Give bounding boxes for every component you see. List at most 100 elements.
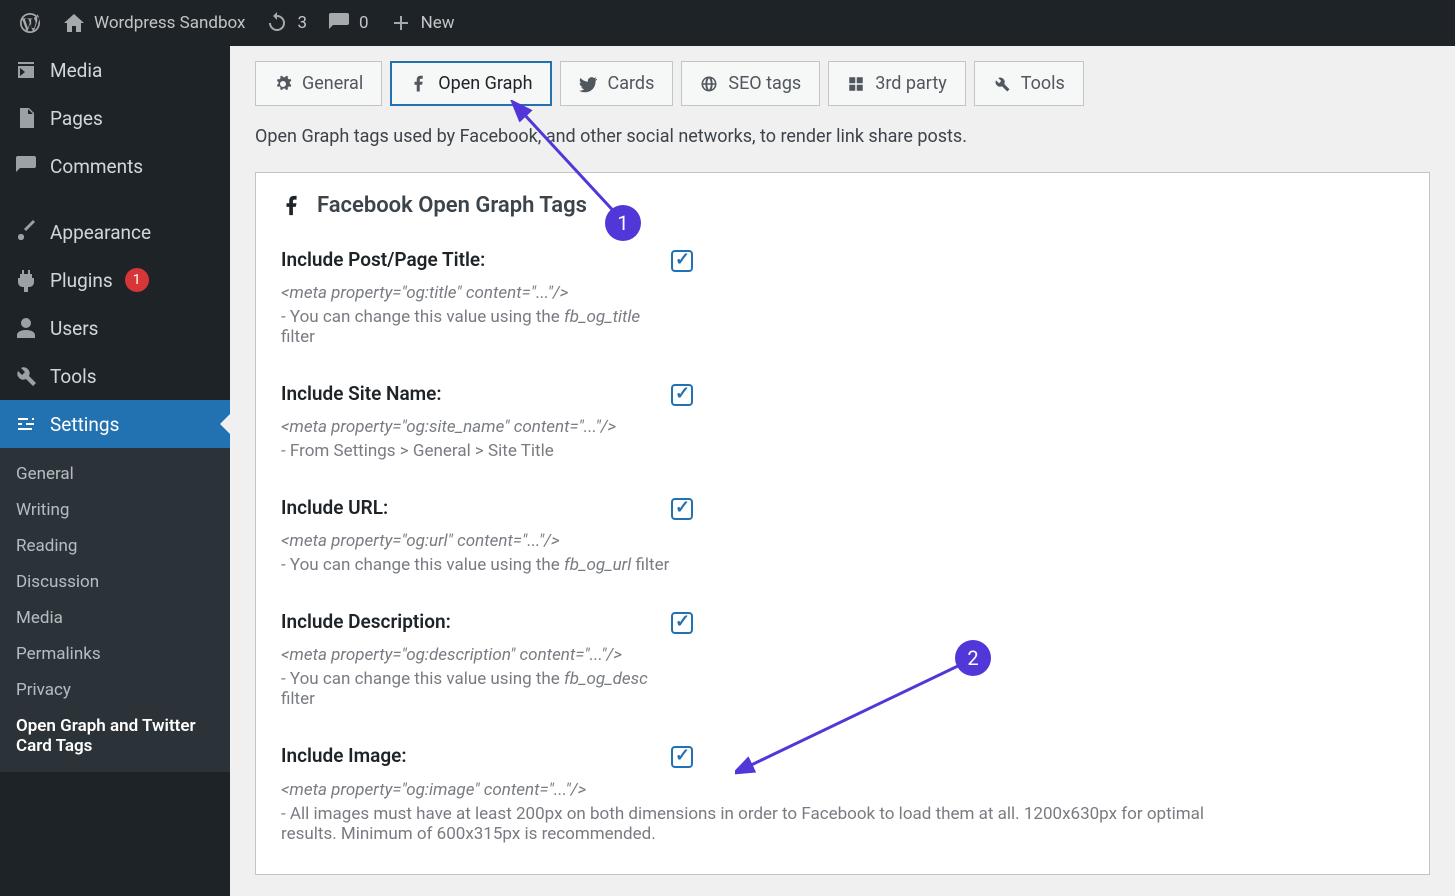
tab-cards[interactable]: Cards xyxy=(560,61,673,106)
site-link[interactable]: Wordpress Sandbox xyxy=(52,0,255,46)
setting-image: Include Image: <meta property="og:image"… xyxy=(281,744,1404,844)
sidebar-label: Tools xyxy=(50,365,97,388)
plus-icon xyxy=(389,11,413,35)
panel-title: Facebook Open Graph Tags xyxy=(281,193,1404,218)
sub-discussion[interactable]: Discussion xyxy=(0,564,230,600)
checkbox-include-sitename[interactable] xyxy=(671,384,693,406)
sidebar-label: Plugins xyxy=(50,269,113,292)
sub-ogtags[interactable]: Open Graph and Twitter Card Tags xyxy=(0,708,230,764)
setting-meta: <meta property="og:description" content=… xyxy=(281,645,671,665)
sidebar-label: Media xyxy=(50,59,102,82)
setting-desc: Include Description: <meta property="og:… xyxy=(281,610,1404,709)
sidebar-label: Users xyxy=(50,317,98,340)
facebook-icon xyxy=(410,75,428,93)
annotation-badge-2: 2 xyxy=(955,640,991,676)
sidebar-item-media[interactable]: Media xyxy=(0,46,230,94)
new-label: New xyxy=(421,13,455,33)
sidebar-item-plugins[interactable]: Plugins 1 xyxy=(0,256,230,304)
page-icon xyxy=(14,106,38,130)
sidebar-label: Appearance xyxy=(50,221,151,244)
tab-label: Open Graph xyxy=(438,73,532,94)
sidebar-label: Settings xyxy=(50,413,119,436)
sub-privacy[interactable]: Privacy xyxy=(0,672,230,708)
tab-open-graph[interactable]: Open Graph xyxy=(390,61,552,106)
setting-meta: <meta property="og:image" content="..."/… xyxy=(281,780,1404,800)
tab-label: Cards xyxy=(607,73,654,94)
gear-icon xyxy=(274,75,292,93)
setting-sitename: Include Site Name: <meta property="og:si… xyxy=(281,382,1404,461)
checkbox-include-image[interactable] xyxy=(671,746,693,768)
wp-logo[interactable] xyxy=(8,0,52,46)
sliders-icon xyxy=(14,412,38,436)
wrench-icon xyxy=(993,75,1011,93)
update-icon xyxy=(265,11,289,35)
comment-icon xyxy=(327,11,351,35)
sidebar-item-appearance[interactable]: Appearance xyxy=(0,208,230,256)
intro-text: Open Graph tags used by Facebook, and ot… xyxy=(255,126,1430,147)
setting-label: Include Description: xyxy=(281,610,671,633)
og-panel: Facebook Open Graph Tags Include Post/Pa… xyxy=(255,172,1430,875)
site-name: Wordpress Sandbox xyxy=(94,13,245,33)
setting-title: Include Post/Page Title: <meta property=… xyxy=(281,248,1404,347)
sidebar-item-comments[interactable]: Comments xyxy=(0,142,230,190)
plugin-icon xyxy=(14,268,38,292)
tab-label: 3rd party xyxy=(875,73,947,94)
tab-general[interactable]: General xyxy=(255,61,382,106)
setting-label: Include Post/Page Title: xyxy=(281,248,671,271)
new-link[interactable]: New xyxy=(379,0,465,46)
sub-permalinks[interactable]: Permalinks xyxy=(0,636,230,672)
comments-link[interactable]: 0 xyxy=(317,0,379,46)
setting-note: - You can change this value using the fb… xyxy=(281,669,671,709)
sub-reading[interactable]: Reading xyxy=(0,528,230,564)
sidebar-label: Comments xyxy=(50,155,143,178)
media-icon xyxy=(14,58,38,82)
setting-meta: <meta property="og:title" content="..."/… xyxy=(281,283,671,303)
setting-url: Include URL: <meta property="og:url" con… xyxy=(281,496,1404,575)
tab-third-party[interactable]: 3rd party xyxy=(828,61,966,106)
admin-bar: Wordpress Sandbox 3 0 New xyxy=(0,0,1455,46)
updates-link[interactable]: 3 xyxy=(255,0,317,46)
panel-title-text: Facebook Open Graph Tags xyxy=(317,193,587,218)
setting-note: - From Settings > General > Site Title xyxy=(281,441,671,461)
setting-note: - You can change this value using the fb… xyxy=(281,307,671,347)
admin-sidebar: Media Pages Comments Appearance Plugins … xyxy=(0,46,230,896)
tab-label: SEO tags xyxy=(728,73,801,94)
setting-meta: <meta property="og:url" content="..."/> xyxy=(281,531,671,551)
plugin-update-badge: 1 xyxy=(125,268,149,292)
brush-icon xyxy=(14,220,38,244)
setting-note: - You can change this value using the fb… xyxy=(281,555,671,575)
settings-submenu: General Writing Reading Discussion Media… xyxy=(0,448,230,772)
sub-writing[interactable]: Writing xyxy=(0,492,230,528)
setting-label: Include Site Name: xyxy=(281,382,671,405)
facebook-icon xyxy=(281,195,303,217)
sidebar-item-pages[interactable]: Pages xyxy=(0,94,230,142)
wordpress-icon xyxy=(18,11,42,35)
comments-count: 0 xyxy=(359,13,369,33)
updates-count: 3 xyxy=(297,13,307,33)
grid-icon xyxy=(847,75,865,93)
globe-icon xyxy=(700,75,718,93)
settings-tabs: General Open Graph Cards SEO tags 3rd pa… xyxy=(255,61,1430,106)
wrench-icon xyxy=(14,364,38,388)
sub-general[interactable]: General xyxy=(0,456,230,492)
tab-tools[interactable]: Tools xyxy=(974,61,1084,106)
tab-seo[interactable]: SEO tags xyxy=(681,61,820,106)
home-icon xyxy=(62,11,86,35)
twitter-icon xyxy=(579,75,597,93)
main-content: General Open Graph Cards SEO tags 3rd pa… xyxy=(230,46,1455,896)
comments-icon xyxy=(14,154,38,178)
sidebar-item-settings[interactable]: Settings xyxy=(0,400,230,448)
tab-label: General xyxy=(302,73,363,94)
setting-meta: <meta property="og:site_name" content=".… xyxy=(281,417,671,437)
annotation-badge-1: 1 xyxy=(605,205,641,241)
tab-label: Tools xyxy=(1021,73,1065,94)
sidebar-label: Pages xyxy=(50,107,103,130)
sub-media[interactable]: Media xyxy=(0,600,230,636)
checkbox-include-url[interactable] xyxy=(671,498,693,520)
checkbox-include-title[interactable] xyxy=(671,250,693,272)
user-icon xyxy=(14,316,38,340)
sidebar-item-users[interactable]: Users xyxy=(0,304,230,352)
checkbox-include-desc[interactable] xyxy=(671,612,693,634)
setting-label: Include URL: xyxy=(281,496,671,519)
sidebar-item-tools[interactable]: Tools xyxy=(0,352,230,400)
